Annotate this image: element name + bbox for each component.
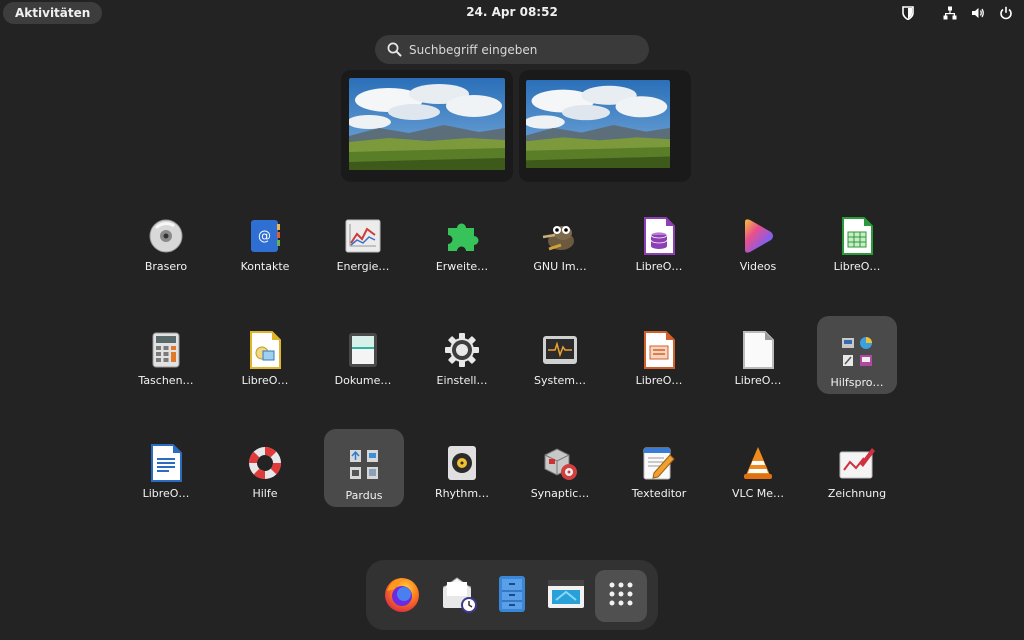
drawing-icon	[838, 444, 876, 482]
vlc-icon	[739, 444, 777, 482]
workspace-thumbnail-1[interactable]	[341, 70, 513, 182]
app-document-scanner[interactable]: Dokume…	[323, 314, 403, 392]
firefox-icon	[381, 573, 423, 619]
app-label: Zeichnung	[827, 487, 887, 500]
app-label: Videos	[739, 260, 777, 273]
app-label: Kontakte	[240, 260, 290, 273]
app-label: Dokume…	[334, 374, 392, 387]
puzzle-icon	[443, 217, 481, 255]
disc-icon	[147, 217, 185, 255]
app-synaptic[interactable]: Synaptic…	[520, 427, 600, 505]
folder-utilities[interactable]: Hilfspro…	[817, 316, 897, 394]
app-help[interactable]: Hilfe	[225, 427, 305, 505]
network-icon[interactable]	[942, 5, 958, 21]
app-label: Erweite…	[435, 260, 489, 273]
document-scanner-icon	[344, 331, 382, 369]
app-label: LibreO…	[833, 260, 881, 273]
app-vlc[interactable]: VLC Me…	[718, 427, 798, 505]
app-label: Rhythm…	[434, 487, 490, 500]
dock-firefox[interactable]	[376, 570, 428, 622]
dock-files[interactable]	[486, 570, 538, 622]
app-label: Hilfe	[252, 487, 278, 500]
clock[interactable]: 24. Apr 08:52	[466, 5, 558, 19]
app-label: LibreO…	[635, 374, 683, 387]
app-label: GNU Im…	[533, 260, 587, 273]
show-apps-icon	[608, 581, 634, 611]
app-gimp[interactable]: GNU Im…	[520, 200, 600, 278]
search-icon	[387, 42, 402, 61]
app-drawing[interactable]: Zeichnung	[817, 427, 897, 505]
text-editor-icon	[640, 444, 678, 482]
libreoffice-icon	[739, 331, 777, 369]
app-label: Texteditor	[631, 487, 687, 500]
app-label: Energie…	[336, 260, 390, 273]
app-label: LibreO…	[241, 374, 289, 387]
app-label: Pardus	[345, 489, 383, 502]
app-contacts[interactable]: @ Kontakte	[225, 200, 305, 278]
settings-gear-icon	[443, 331, 481, 369]
app-brasero[interactable]: Brasero	[126, 200, 206, 278]
app-label: Brasero	[144, 260, 188, 273]
wallpaper-image	[526, 80, 670, 168]
libreoffice-draw-icon	[246, 331, 284, 369]
utilities-folder-icon	[838, 333, 876, 371]
app-label: Hilfspro…	[830, 376, 884, 389]
dock-show-apps[interactable]	[595, 570, 647, 622]
volume-icon[interactable]	[970, 5, 986, 21]
libreoffice-calc-icon	[838, 217, 876, 255]
activities-button[interactable]: Aktivitäten	[3, 2, 103, 24]
system-tray[interactable]	[900, 5, 1014, 21]
libreoffice-writer-icon	[147, 444, 185, 482]
videos-icon	[739, 217, 777, 255]
app-libreoffice-writer[interactable]: LibreO…	[126, 427, 206, 505]
app-rhythmbox[interactable]: Rhythm…	[422, 427, 502, 505]
app-power-statistics[interactable]: Energie…	[323, 200, 403, 278]
app-libreoffice-base[interactable]: LibreO…	[619, 200, 699, 278]
app-libreoffice[interactable]: LibreO…	[718, 314, 798, 392]
app-libreoffice-calc[interactable]: LibreO…	[817, 200, 897, 278]
shield-icon[interactable]	[900, 5, 916, 21]
search-input[interactable]	[409, 35, 639, 64]
app-label: Synaptic…	[530, 487, 590, 500]
rhythmbox-icon	[443, 444, 481, 482]
dock-software[interactable]	[540, 570, 592, 622]
synaptic-icon	[541, 444, 579, 482]
libreoffice-impress-icon	[640, 331, 678, 369]
libreoffice-base-icon	[640, 217, 678, 255]
calculator-icon	[147, 331, 185, 369]
mail-icon	[439, 574, 479, 618]
app-label: LibreO…	[635, 260, 683, 273]
power-statistics-icon	[344, 217, 382, 255]
app-text-editor[interactable]: Texteditor	[619, 427, 699, 505]
folder-pardus[interactable]: Pardus	[324, 429, 404, 507]
app-label: Taschen…	[138, 374, 194, 387]
app-label: LibreO…	[734, 374, 782, 387]
pardus-folder-icon	[345, 446, 383, 484]
contacts-icon: @	[246, 217, 284, 255]
app-label: LibreO…	[142, 487, 190, 500]
search-bar[interactable]	[375, 35, 649, 64]
workspace-thumbnail-2[interactable]	[519, 70, 691, 182]
help-lifebuoy-icon	[246, 444, 284, 482]
app-extensions[interactable]: Erweite…	[422, 200, 502, 278]
wallpaper-image	[349, 78, 505, 170]
file-manager-icon	[496, 575, 528, 617]
gimp-icon	[541, 217, 579, 255]
dock-mail[interactable]	[433, 570, 485, 622]
app-libreoffice-impress[interactable]: LibreO…	[619, 314, 699, 392]
software-store-icon	[546, 576, 586, 616]
app-calculator[interactable]: Taschen…	[126, 314, 206, 392]
app-settings[interactable]: Einstell…	[422, 314, 502, 392]
system-monitor-icon	[541, 331, 579, 369]
app-libreoffice-draw[interactable]: LibreO…	[225, 314, 305, 392]
app-videos[interactable]: Videos	[718, 200, 798, 278]
top-bar: Aktivitäten 24. Apr 08:52	[0, 0, 1024, 26]
app-system-monitor[interactable]: System…	[520, 314, 600, 392]
app-label: Einstell…	[436, 374, 488, 387]
power-icon[interactable]	[998, 5, 1014, 21]
app-label: VLC Me…	[731, 487, 785, 500]
dock	[366, 560, 658, 630]
svg-text:@: @	[258, 229, 271, 244]
app-label: System…	[533, 374, 587, 387]
